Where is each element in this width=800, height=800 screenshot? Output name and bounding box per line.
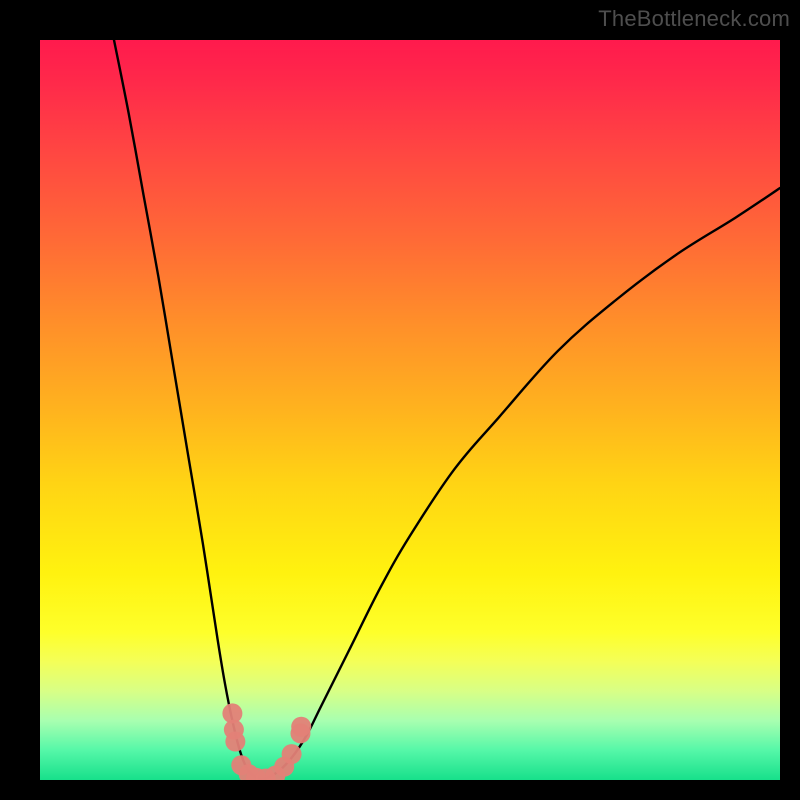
curve-right-branch <box>262 188 780 780</box>
marker-point <box>225 732 245 752</box>
marker-point <box>291 717 311 737</box>
curve-layer <box>40 40 780 780</box>
chart-frame: TheBottleneck.com <box>0 0 800 800</box>
curve-left-branch <box>114 40 262 780</box>
marker-point <box>282 744 302 764</box>
watermark-text: TheBottleneck.com <box>598 6 790 32</box>
plot-area <box>40 40 780 780</box>
